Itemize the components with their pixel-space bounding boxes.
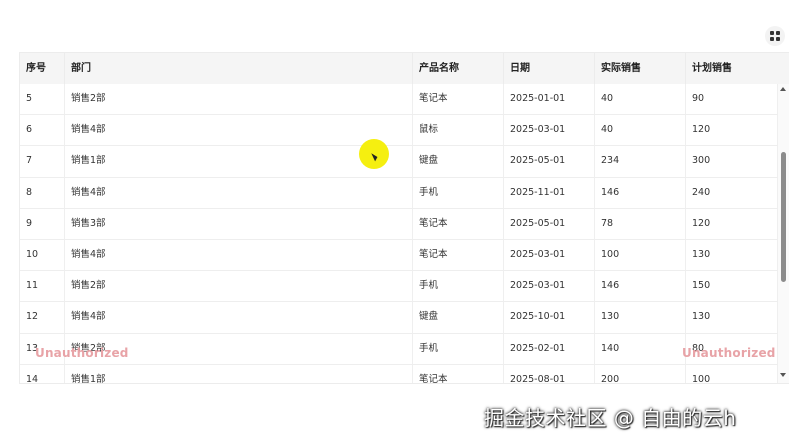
cell-product: 手机 [413, 271, 504, 302]
cell-product: 笔记本 [413, 208, 504, 239]
layout-toggle-button[interactable] [765, 26, 785, 46]
cell-product: 笔记本 [413, 364, 504, 383]
column-header-actual-sales[interactable]: 实际销售 [595, 53, 686, 84]
table-row[interactable]: 10 销售4部 笔记本 2025-03-01 100 130 [20, 239, 778, 272]
cell-date: 2025-01-01 [504, 84, 595, 115]
cell-department: 销售4部 [65, 302, 413, 333]
cell-department: 销售2部 [65, 84, 413, 115]
cell-date: 2025-03-01 [504, 271, 595, 302]
cell-actual-sales: 100 [595, 239, 686, 271]
cell-department: 销售4部 [65, 239, 413, 271]
cell-planned-sales: 90 [686, 84, 778, 115]
table-row[interactable]: 6 销售4部 鼠标 2025-03-01 40 120 [20, 115, 778, 147]
cell-planned-sales: 130 [686, 302, 778, 333]
cell-department: 销售4部 [65, 177, 413, 208]
cell-product: 手机 [413, 333, 504, 364]
grid-layout-icon [770, 31, 780, 41]
table-row[interactable]: 8 销售4部 手机 2025-11-01 146 240 [20, 177, 778, 209]
table-row[interactable]: 9 销售3部 笔记本 2025-05-01 78 120 [20, 208, 778, 240]
cell-actual-sales: 78 [595, 208, 686, 239]
table-rows: 5 销售2部 笔记本 2025-01-01 40 90 6 销售4部 鼠标 2025-03-01 4… [20, 84, 778, 383]
cell-department: 销售4部 [65, 115, 413, 146]
table-row[interactable]: 12 销售4部 键盘 2025-10-01 130 130 [20, 302, 778, 334]
scroll-up-arrow-icon[interactable] [780, 87, 786, 91]
column-header-planned-sales[interactable]: 计划销售 [686, 53, 789, 84]
column-header-index[interactable]: 序号 [20, 53, 65, 84]
cell-planned-sales: 240 [686, 177, 778, 208]
cell-index: 9 [20, 208, 65, 239]
cell-index: 11 [20, 271, 65, 302]
cell-date: 2025-02-01 [504, 333, 595, 364]
cell-product: 鼠标 [413, 115, 504, 146]
vertical-scrollbar[interactable] [778, 84, 789, 383]
table-row[interactable]: 13 销售2部 手机 2025-02-01 140 80 [20, 333, 778, 365]
table-row[interactable]: 5 销售2部 笔记本 2025-01-01 40 90 [20, 84, 778, 116]
cell-index: 14 [20, 364, 65, 383]
cell-date: 2025-10-01 [504, 302, 595, 333]
cell-date: 2025-03-01 [504, 239, 595, 271]
cell-planned-sales: 130 [686, 239, 778, 271]
cell-index: 10 [20, 239, 65, 271]
cell-planned-sales: 120 [686, 208, 778, 239]
cell-product: 手机 [413, 177, 504, 208]
cell-department: 销售1部 [65, 364, 413, 383]
cell-actual-sales: 146 [595, 271, 686, 302]
cell-planned-sales: 300 [686, 146, 778, 177]
cell-product: 键盘 [413, 302, 504, 333]
table-header: 序号 部门 产品名称 日期 实际销售 计划销售 [20, 53, 789, 84]
scrollbar-thumb[interactable] [781, 152, 786, 282]
scroll-down-arrow-icon[interactable] [780, 373, 786, 377]
table-row[interactable]: 11 销售2部 手机 2025-03-01 146 150 [20, 271, 778, 303]
cell-planned-sales: 120 [686, 115, 778, 146]
cell-actual-sales: 146 [595, 177, 686, 208]
footer-brand-text: 掘金技术社区 @ 自由的云h [484, 406, 737, 430]
column-header-date[interactable]: 日期 [504, 53, 595, 84]
cell-actual-sales: 234 [595, 146, 686, 177]
cell-date: 2025-05-01 [504, 208, 595, 239]
cell-product: 键盘 [413, 146, 504, 177]
cell-index: 8 [20, 177, 65, 208]
cell-product: 笔记本 [413, 84, 504, 115]
table-body[interactable]: 5 销售2部 笔记本 2025-01-01 40 90 6 销售4部 鼠标 2025-03-01 4… [20, 84, 778, 383]
cell-index: 12 [20, 302, 65, 333]
cell-planned-sales: 100 [686, 364, 778, 383]
cell-index: 5 [20, 84, 65, 115]
cell-date: 2025-11-01 [504, 177, 595, 208]
column-header-product[interactable]: 产品名称 [413, 53, 504, 84]
table-row[interactable]: 7 销售1部 键盘 2025-05-01 234 300 [20, 146, 778, 178]
cell-actual-sales: 130 [595, 302, 686, 333]
watermark-right: Unauthorized [682, 346, 776, 360]
cell-actual-sales: 40 [595, 84, 686, 115]
cell-actual-sales: 40 [595, 115, 686, 146]
cell-index: 6 [20, 115, 65, 146]
cell-date: 2025-05-01 [504, 146, 595, 177]
cell-actual-sales: 200 [595, 364, 686, 383]
cell-actual-sales: 140 [595, 333, 686, 364]
cell-date: 2025-08-01 [504, 364, 595, 383]
table-row[interactable]: 14 销售1部 笔记本 2025-08-01 200 100 [20, 364, 778, 383]
cell-index: 7 [20, 146, 65, 177]
cell-department: 销售3部 [65, 208, 413, 239]
column-header-department[interactable]: 部门 [65, 53, 413, 84]
cell-product: 笔记本 [413, 239, 504, 271]
watermark-left: Unauthorized [35, 346, 129, 360]
cell-department: 销售2部 [65, 271, 413, 302]
cell-planned-sales: 150 [686, 271, 778, 302]
cell-date: 2025-03-01 [504, 115, 595, 146]
sales-table: 序号 部门 产品名称 日期 实际销售 计划销售 5 销售2部 笔记本 2025-01-… [19, 52, 789, 384]
